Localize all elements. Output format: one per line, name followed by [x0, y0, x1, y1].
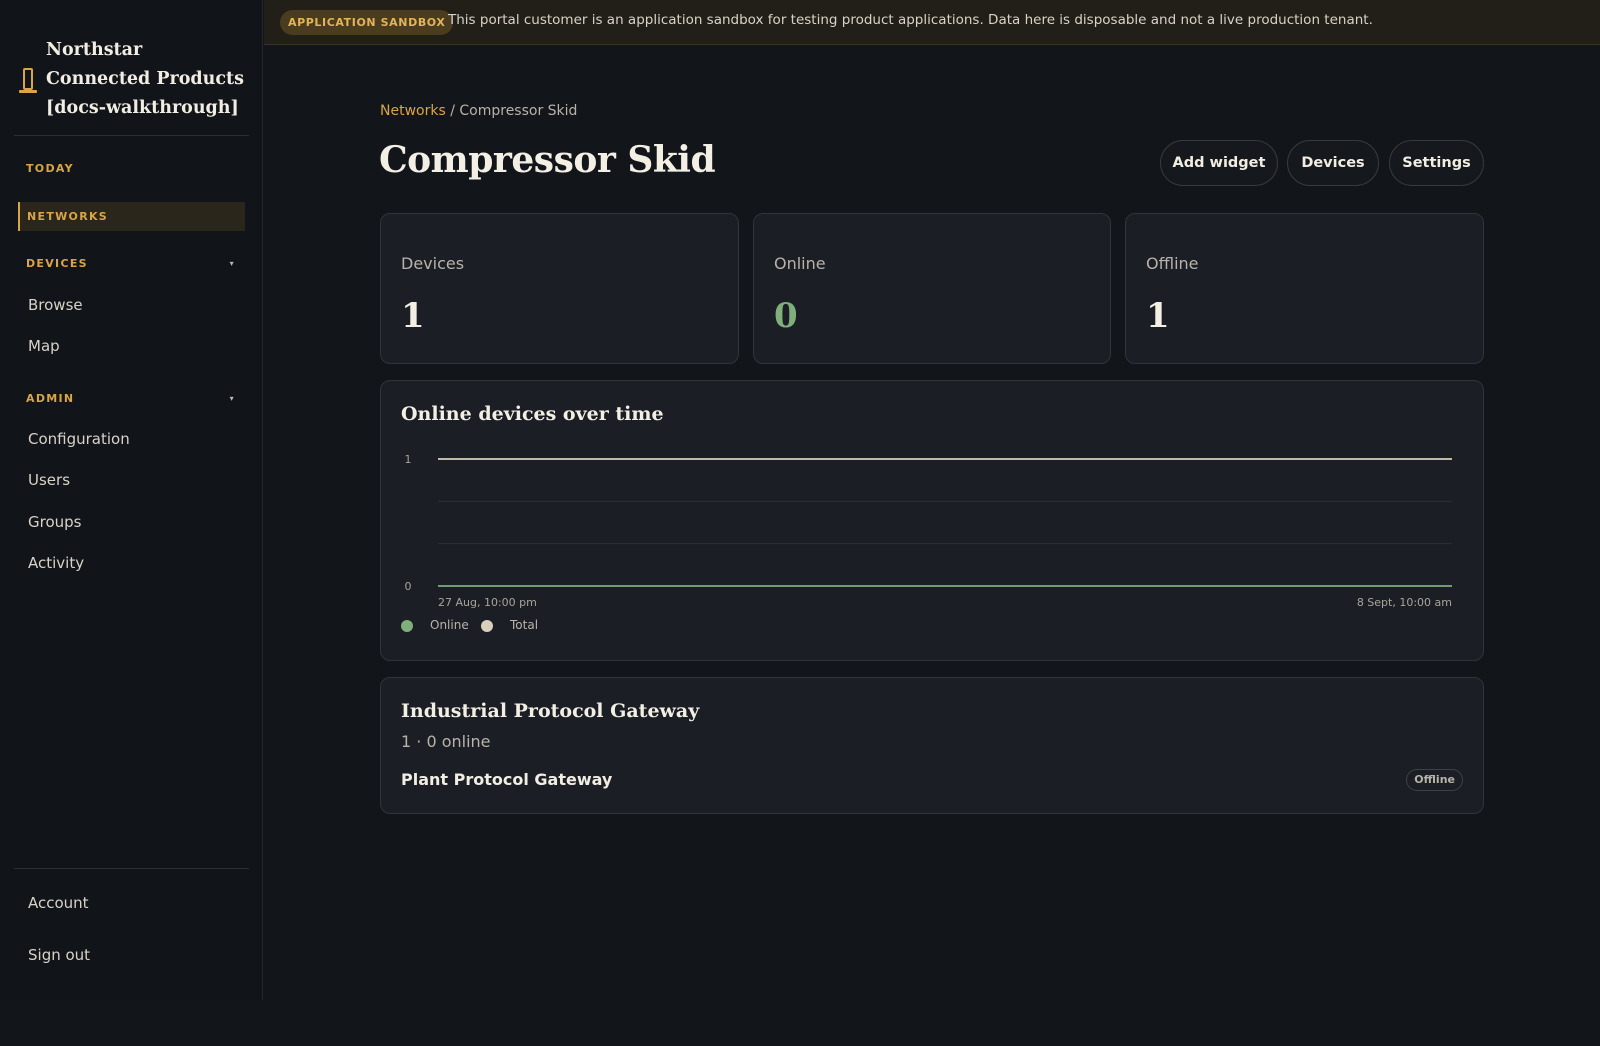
chevron-down-icon: ▾ — [229, 394, 235, 403]
page-title: Compressor Skid — [379, 139, 716, 181]
brand[interactable]: Northstar Connected Products [docs-walkt… — [14, 34, 249, 136]
nav-item-browse[interactable]: Browse — [28, 296, 83, 314]
breadcrumb: Networks / Compressor Skid — [380, 103, 577, 119]
y-tick-label: 1 — [405, 453, 412, 466]
breadcrumb-current: Compressor Skid — [459, 103, 578, 119]
nav-item-sign-out[interactable]: Sign out — [28, 946, 90, 964]
legend-label-online: Online — [430, 618, 469, 632]
online-devices-chart: 1 0 27 Aug, 10:00 pm 8 Sept, 10:00 am — [405, 453, 1452, 609]
legend-label-total: Total — [510, 618, 539, 632]
chevron-down-icon: ▾ — [229, 259, 235, 268]
brand-name: Northstar Connected Products [docs-walkt… — [46, 40, 244, 118]
gateway-card[interactable]: Industrial Protocol Gateway 1 · 0 online… — [380, 677, 1484, 814]
nav-item-groups[interactable]: Groups — [28, 513, 81, 531]
x-tick-label: 27 Aug, 10:00 pm — [438, 596, 537, 609]
nav-item-activity[interactable]: Activity — [28, 554, 84, 572]
add-widget-button[interactable]: Add widget — [1160, 140, 1278, 186]
stat-value: 1 — [1146, 296, 1170, 336]
y-tick-label: 0 — [405, 580, 412, 593]
sandbox-banner: APPLICATION SANDBOX This portal customer… — [264, 0, 1600, 45]
nav-networks[interactable]: NETWORKS — [18, 202, 245, 231]
banner-text: This portal customer is an application s… — [448, 12, 1373, 28]
stat-card-online: Online 0 — [753, 213, 1111, 364]
stat-value: 1 — [401, 296, 425, 336]
gateway-summary: 1 · 0 online — [401, 732, 491, 751]
device-icon — [19, 68, 37, 94]
sandbox-badge: APPLICATION SANDBOX — [280, 10, 454, 35]
settings-button[interactable]: Settings — [1389, 140, 1484, 186]
devices-button[interactable]: Devices — [1287, 140, 1379, 186]
nav-devices-section[interactable]: DEVICES ▾ — [18, 249, 245, 278]
nav-admin-section[interactable]: ADMIN ▾ — [18, 384, 245, 413]
legend-dot-total — [481, 620, 493, 632]
status-badge: Offline — [1406, 769, 1463, 791]
stat-card-offline: Offline 1 — [1125, 213, 1484, 364]
nav-devices-label: DEVICES — [26, 257, 88, 270]
nav-admin-label: ADMIN — [26, 392, 75, 405]
x-tick-label: 8 Sept, 10:00 am — [1357, 596, 1452, 609]
legend-dot-online — [401, 620, 413, 632]
nav-today[interactable]: TODAY — [18, 154, 245, 183]
nav-item-configuration[interactable]: Configuration — [28, 430, 130, 448]
gateway-title[interactable]: Industrial Protocol Gateway — [401, 700, 699, 722]
device-name[interactable]: Plant Protocol Gateway — [401, 770, 612, 789]
nav-item-map[interactable]: Map — [28, 337, 60, 355]
sidebar-divider — [14, 868, 249, 869]
stat-label: Devices — [401, 254, 465, 273]
nav-item-account[interactable]: Account — [28, 894, 89, 912]
stat-card-devices: Devices 1 — [380, 213, 739, 364]
sidebar: Northstar Connected Products [docs-walkt… — [0, 0, 263, 1000]
stat-label: Online — [774, 254, 826, 273]
chart-card: Online devices over time 1 0 27 Aug, 10:00… — [380, 380, 1484, 661]
stat-label: Offline — [1146, 254, 1199, 273]
stat-value: 0 — [774, 296, 798, 336]
nav-item-users[interactable]: Users — [28, 471, 70, 489]
breadcrumb-link-networks[interactable]: Networks — [380, 103, 446, 119]
breadcrumb-separator: / — [445, 103, 460, 119]
